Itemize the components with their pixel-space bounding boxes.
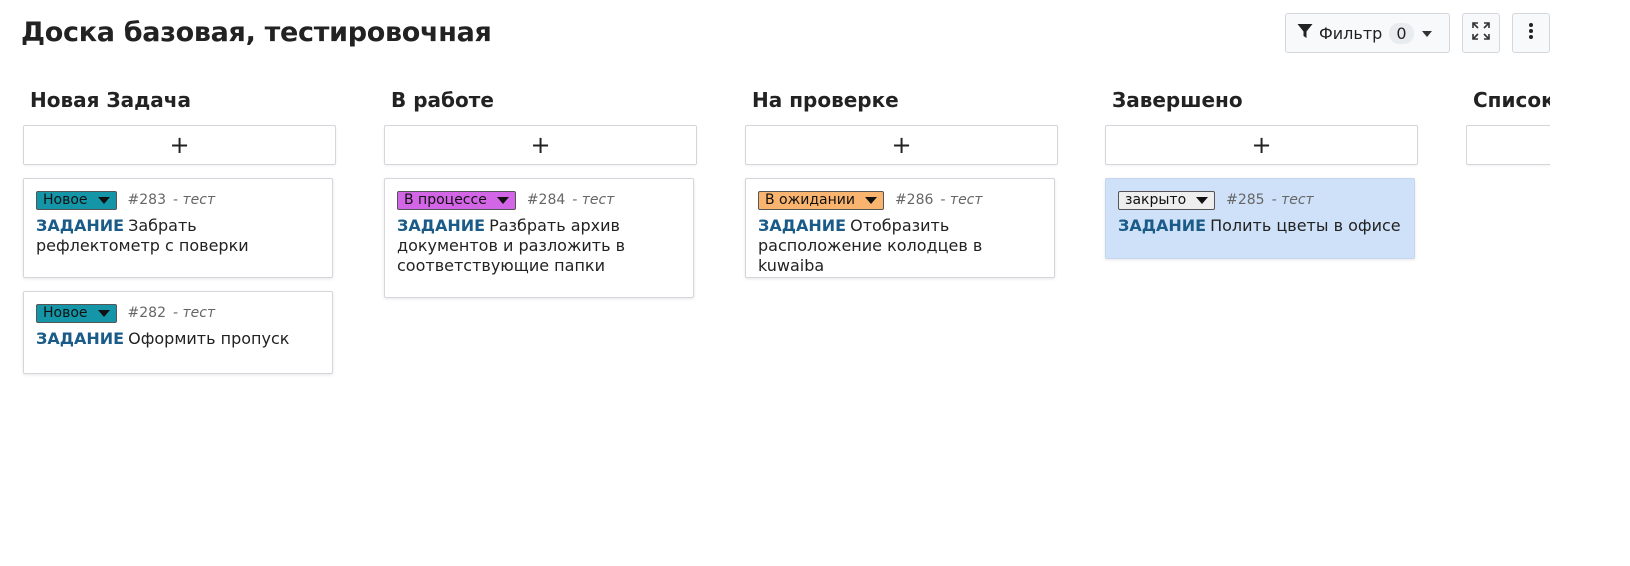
status-dropdown[interactable]: В процессе <box>397 190 516 210</box>
card-author: - тест <box>572 192 615 208</box>
expand-icon <box>1472 22 1490 44</box>
caret-down-icon <box>97 309 110 317</box>
column-done: Завершено + закрыто #285 - тест ЗАДАНИЕ П… <box>1105 86 1419 259</box>
status-dropdown[interactable]: Новое <box>36 303 117 323</box>
add-card-button[interactable]: + <box>1105 125 1418 165</box>
more-options-button[interactable] <box>1512 13 1550 53</box>
funnel-icon <box>1297 23 1313 43</box>
card-author: - тест <box>940 192 983 208</box>
status-dropdown[interactable]: закрыто <box>1118 190 1216 210</box>
status-dropdown[interactable]: Новое <box>36 190 117 210</box>
card-author: - тест <box>1271 192 1314 208</box>
task-card[interactable]: закрыто #285 - тест ЗАДАНИЕ Полить цветы … <box>1105 178 1415 259</box>
add-card-button[interactable]: + <box>384 125 697 165</box>
task-card[interactable]: В процессе #284 - тест ЗАДАНИЕ Разбрать а… <box>384 178 694 298</box>
card-type: ЗАДАНИЕ <box>397 216 486 235</box>
status-label: Новое <box>43 305 88 321</box>
card-id: #285 <box>1226 192 1265 208</box>
column-new-task: Новая Задача + Новое #283 - тест ЗАДАНИЕ… <box>23 86 337 374</box>
card-title: Полить цветы в офисе <box>1210 216 1401 235</box>
caret-down-icon <box>97 196 110 204</box>
task-card[interactable]: В ожидании #286 - тест ЗАДАНИЕ Отобразить… <box>745 178 1055 278</box>
card-id: #283 <box>127 192 166 208</box>
fullscreen-button[interactable] <box>1462 13 1500 53</box>
caret-down-icon <box>496 196 509 204</box>
status-dropdown[interactable]: В ожидании <box>758 190 884 210</box>
card-author: - тест <box>172 192 216 208</box>
task-card[interactable]: Новое #282 - тест ЗАДАНИЕ Оформить пропус… <box>23 291 333 374</box>
column-in-progress: В работе + В процессе #284 - тест ЗАДАНИ… <box>384 86 698 298</box>
card-author: - тест <box>172 305 216 321</box>
status-label: В ожидании <box>765 192 855 208</box>
status-label: Новое <box>43 192 88 208</box>
caret-down-icon <box>1196 196 1209 204</box>
column-title: Список <box>1473 88 1550 112</box>
caret-down-icon <box>864 196 877 204</box>
card-id: #284 <box>526 192 566 208</box>
vertical-dots-icon <box>1528 22 1534 44</box>
column-title: Завершено <box>1112 88 1243 112</box>
filter-count-badge: 0 <box>1389 22 1414 44</box>
status-label: В процессе <box>404 192 487 208</box>
add-card-button[interactable]: + <box>23 125 336 165</box>
add-card-button[interactable]: + <box>745 125 1058 165</box>
column-title: На проверке <box>752 88 899 112</box>
card-type: ЗАДАНИЕ <box>36 329 125 348</box>
status-label: закрыто <box>1125 192 1187 208</box>
add-card-button[interactable] <box>1466 125 1550 165</box>
filter-label: Фильтр <box>1319 23 1383 43</box>
column-review: На проверке + В ожидании #286 - тест ЗАД… <box>745 86 1059 278</box>
board-title: Доска базовая, тестировочная <box>21 17 492 48</box>
card-title: Оформить пропуск <box>128 329 290 348</box>
card-type: ЗАДАНИЕ <box>1118 216 1207 235</box>
column-title: В работе <box>391 88 494 112</box>
filter-button[interactable]: Фильтр 0 <box>1285 13 1450 53</box>
column-title: Новая Задача <box>30 88 192 112</box>
card-type: ЗАДАНИЕ <box>758 216 847 235</box>
chevron-down-icon <box>1422 31 1432 37</box>
card-id: #282 <box>127 305 166 321</box>
column-list: Список <box>1466 86 1550 176</box>
card-type: ЗАДАНИЕ <box>36 216 125 235</box>
card-id: #286 <box>894 192 934 208</box>
task-card[interactable]: Новое #283 - тест ЗАДАНИЕ Забрать рефлект… <box>23 178 333 278</box>
